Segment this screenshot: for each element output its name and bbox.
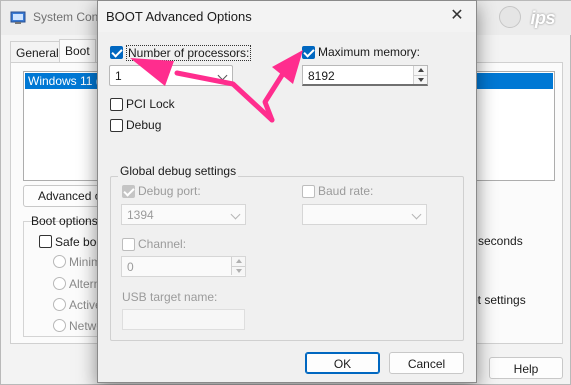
radio-active-directory[interactable] <box>53 298 66 311</box>
chevron-down-icon <box>230 209 241 220</box>
logo-text: ips <box>530 8 555 28</box>
safe-boot-label: Safe boo <box>55 235 104 249</box>
pci-lock-label: PCI Lock <box>126 97 175 111</box>
channel-spin-up-button[interactable] <box>231 257 245 266</box>
number-of-processors-select[interactable]: 1 <box>109 65 233 86</box>
baud-rate-checkbox[interactable] <box>302 185 315 198</box>
tab-general[interactable]: General <box>10 41 65 63</box>
number-of-processors-label: Number of processors: <box>126 45 252 61</box>
tab-boot[interactable]: Boot <box>59 39 96 63</box>
boot-options-label: Boot options <box>31 214 98 228</box>
channel-spin-down-button[interactable] <box>231 266 245 275</box>
close-icon[interactable]: ✕ <box>445 6 469 26</box>
arrow-down-icon <box>236 269 242 273</box>
baud-rate-select[interactable] <box>302 204 427 225</box>
chevron-down-icon <box>217 70 228 81</box>
maximum-memory-input[interactable]: 8192 <box>302 65 428 86</box>
debug-port-select[interactable]: 1394 <box>121 204 246 225</box>
maximum-memory-value: 8192 <box>308 69 335 83</box>
channel-value: 0 <box>127 260 134 274</box>
chevron-down-icon <box>411 209 422 220</box>
maximum-memory-checkbox[interactable] <box>302 46 315 59</box>
baud-rate-label: Baud rate: <box>318 184 374 198</box>
watermark-logo: ips <box>497 3 567 33</box>
radio-alternate-shell[interactable] <box>53 277 66 290</box>
safe-boot-checkbox[interactable] <box>39 235 52 248</box>
debug-label: Debug <box>126 118 162 132</box>
number-of-processors-checkbox[interactable] <box>110 46 123 59</box>
background-window-title: System Conf <box>33 10 102 24</box>
dialog-title: BOOT Advanced Options <box>106 9 252 24</box>
debug-port-value: 1394 <box>127 208 154 222</box>
channel-label: Channel: <box>138 237 187 251</box>
help-button[interactable]: Help <box>489 357 563 379</box>
arrow-down-icon <box>418 78 424 82</box>
memory-spin-up-button[interactable] <box>413 66 427 75</box>
radio-network[interactable] <box>53 319 66 332</box>
arrow-up-icon <box>236 259 242 263</box>
usb-target-name-label: USB target name: <box>122 290 218 304</box>
memory-spin-down-button[interactable] <box>413 75 427 84</box>
usb-target-name-input[interactable] <box>122 309 245 330</box>
dialog-title-bar: BOOT Advanced Options ✕ <box>98 1 476 32</box>
pci-lock-checkbox[interactable] <box>110 98 123 111</box>
boot-advanced-options-dialog: BOOT Advanced Options ✕ Number of proces… <box>97 0 477 383</box>
channel-checkbox[interactable] <box>122 238 135 251</box>
number-of-processors-value: 1 <box>115 69 122 83</box>
msconfig-app-icon <box>10 10 26 26</box>
debug-port-checkbox[interactable] <box>122 185 135 198</box>
global-debug-settings-label: Global debug settings <box>118 164 239 178</box>
maximum-memory-label: Maximum memory: <box>318 45 421 59</box>
radio-alternate-label: Altern <box>69 277 101 291</box>
arrow-up-icon <box>418 68 424 72</box>
logo-bubble-icon <box>499 6 521 28</box>
boot-settings-label: ot settings <box>471 293 526 307</box>
timeout-seconds-label: seconds <box>478 234 523 248</box>
debug-checkbox[interactable] <box>110 119 123 132</box>
cancel-button[interactable]: Cancel <box>389 352 464 374</box>
ok-button[interactable]: OK <box>305 352 380 374</box>
debug-port-label: Debug port: <box>138 184 201 198</box>
channel-input[interactable]: 0 <box>121 256 246 277</box>
radio-minimal[interactable] <box>53 255 66 268</box>
